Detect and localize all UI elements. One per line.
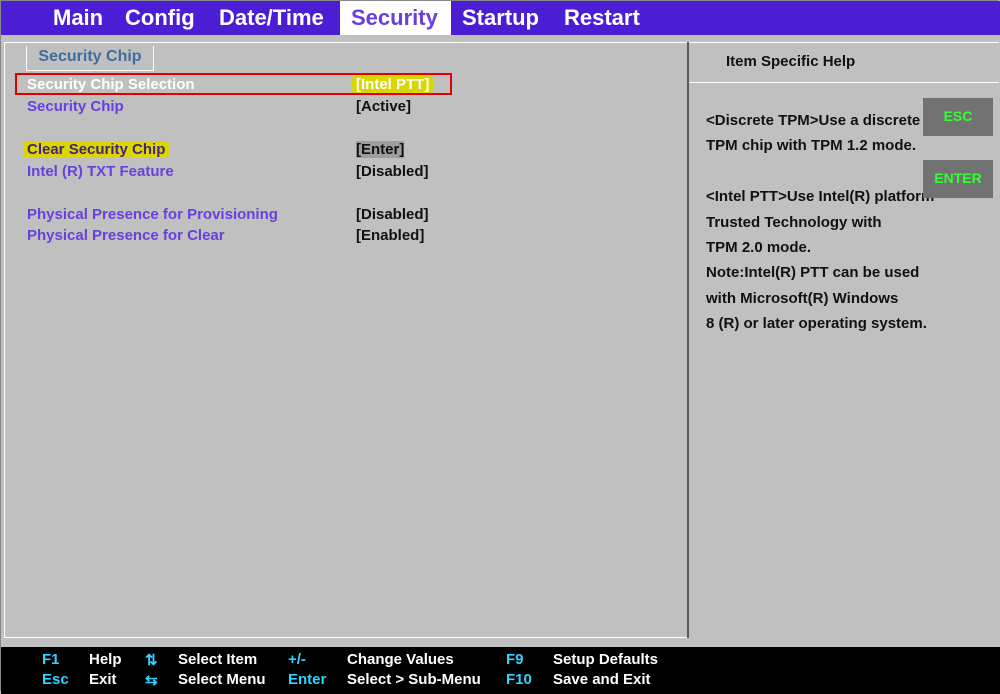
footer-desc-select-item: Select Item (178, 651, 258, 668)
setting-label-pp-provisioning[interactable]: Physical Presence for Provisioning (27, 206, 278, 223)
label-highlight: Clear Security Chip (23, 141, 170, 158)
footer-key-plus-minus: +/- (288, 651, 306, 668)
footer-desc-setup-defaults: Setup Defaults (553, 651, 659, 668)
setting-value-clear-security-chip[interactable]: [Enter] (356, 141, 405, 158)
footer-desc-select-submenu: Select > Sub-Menu (347, 671, 481, 688)
esc-key-badge: ESC (923, 98, 993, 136)
help-line: <Intel PTT>Use Intel(R) platform (706, 188, 935, 205)
help-line: TPM 2.0 mode. (706, 239, 812, 256)
setting-value-security-chip-selection[interactable]: [Intel PTT] (352, 76, 434, 93)
setting-label-security-chip[interactable]: Security Chip (27, 98, 124, 115)
footer-key-enter: Enter (288, 671, 327, 688)
footer-desc-change-values: Change Values (347, 651, 454, 668)
footer-key-esc: Esc (42, 671, 69, 688)
enter-value: [Enter] (356, 141, 405, 158)
menu-bar: Main Config Date/Time Security Startup R… (1, 1, 1000, 35)
footer-key-f9: F9 (506, 651, 524, 668)
setting-label-txt-feature[interactable]: Intel (R) TXT Feature (27, 163, 174, 180)
enter-key-badge: ENTER (923, 160, 993, 198)
help-line: with Microsoft(R) Windows (706, 290, 899, 307)
section-tab-security-chip[interactable]: Security Chip (26, 46, 154, 71)
menu-main[interactable]: Main (42, 1, 114, 35)
menu-security[interactable]: Security (340, 1, 451, 35)
menu-restart[interactable]: Restart (553, 1, 651, 35)
footer-desc-save-and-exit: Save and Exit (553, 671, 651, 688)
setting-value-txt-feature[interactable]: [Disabled] (356, 163, 429, 180)
help-line: Trusted Technology with (706, 214, 882, 231)
help-line: Note:Intel(R) PTT can be used (706, 264, 920, 281)
help-line: TPM chip with TPM 1.2 mode. (706, 137, 917, 154)
help-title-divider (689, 82, 999, 83)
value-highlight: [Intel PTT] (352, 76, 434, 93)
menu-config[interactable]: Config (114, 1, 206, 35)
setting-label-pp-clear[interactable]: Physical Presence for Clear (27, 227, 225, 244)
help-title: Item Specific Help (726, 53, 856, 70)
footer-desc-exit: Exit (89, 671, 117, 688)
footer-desc-help: Help (89, 651, 122, 668)
leftright-arrows-icon: ⇆ (145, 672, 158, 689)
setting-label-clear-security-chip[interactable]: Clear Security Chip (23, 141, 170, 158)
footer-desc-select-menu: Select Menu (178, 671, 266, 688)
bios-window: Main Config Date/Time Security Startup R… (0, 0, 1000, 694)
setting-value-security-chip[interactable]: [Active] (356, 98, 411, 115)
setting-value-pp-clear[interactable]: [Enabled] (356, 227, 424, 244)
help-line: <Discrete TPM>Use a discrete (706, 112, 921, 129)
updown-arrows-icon: ⇅ (145, 652, 158, 669)
settings-panel (4, 42, 688, 638)
setting-value-pp-provisioning[interactable]: [Disabled] (356, 206, 429, 223)
menu-date-time[interactable]: Date/Time (208, 1, 335, 35)
menu-startup[interactable]: Startup (451, 1, 550, 35)
setting-label-security-chip-selection[interactable]: Security Chip Selection (27, 76, 195, 93)
footer-key-f10: F10 (506, 671, 532, 688)
footer-key-f1: F1 (42, 651, 60, 668)
help-line: 8 (R) or later operating system. (706, 315, 927, 332)
footer-keybar: F1 Help ⇅ Select Item +/- Change Values … (1, 647, 1000, 694)
main-panel: Security Chip Security Chip Selection [I… (1, 35, 1000, 647)
